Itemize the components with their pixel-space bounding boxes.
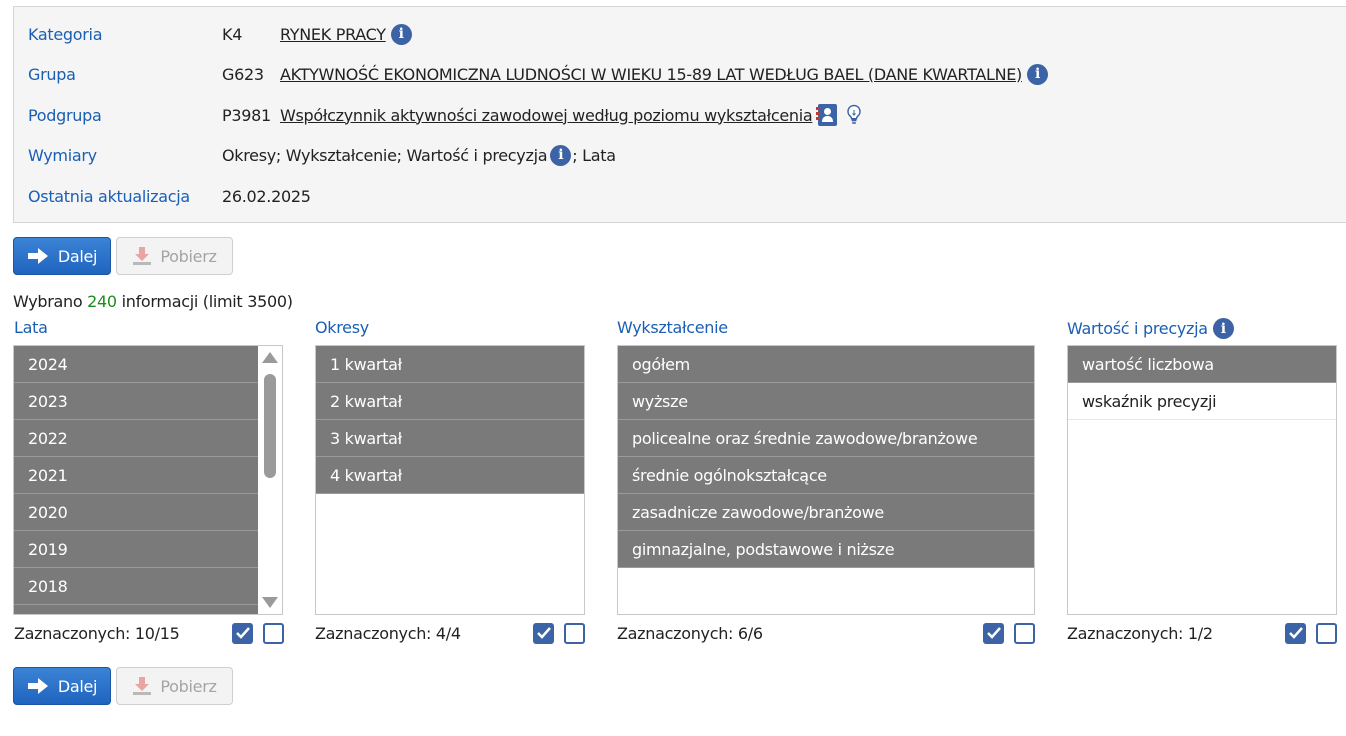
okresy-count: Zaznaczonych: 4/4 — [315, 623, 461, 643]
checkmark-icon — [235, 627, 250, 639]
selection-summary: Wybrano 240 informacji (limit 3500) — [13, 292, 293, 311]
podgrupa-link[interactable]: Współczynnik aktywności zawodowej według… — [280, 106, 813, 125]
arrow-right-icon — [27, 678, 48, 694]
info-panel: Kategoria K4 RYNEK PRACY i Grupa G623 AK… — [13, 6, 1346, 223]
download-icon — [133, 247, 152, 265]
next-button[interactable]: Dalej — [13, 237, 111, 275]
wartosc-listbox[interactable]: wartość liczbowa wskaźnik precyzji — [1067, 345, 1337, 615]
wyksztalcenie-title: Wykształcenie — [617, 318, 728, 337]
scroll-thumb[interactable] — [264, 374, 276, 478]
select-all-checkbox[interactable] — [983, 622, 1004, 644]
wartosc-title-label: Wartość i precyzja — [1067, 319, 1208, 338]
list-item[interactable]: średnie ogólnokształcące — [618, 457, 1034, 494]
podgrupa-value: Współczynnik aktywności zawodowej według… — [280, 104, 862, 126]
info-icon[interactable]: i — [1212, 318, 1234, 339]
lata-count: Zaznaczonych: 10/15 — [14, 623, 180, 643]
list-item[interactable]: gimnazjalne, podstawowe i niższe — [618, 531, 1034, 568]
list-item[interactable]: policealne oraz średnie zawodowe/branżow… — [618, 420, 1034, 457]
info-icon[interactable]: i — [550, 144, 572, 166]
checkmark-icon — [536, 627, 551, 639]
wartosc-count: Zaznaczonych: 1/2 — [1067, 623, 1213, 643]
kategoria-label: Kategoria — [28, 24, 103, 44]
kategoria-link[interactable]: RYNEK PRACY — [280, 25, 386, 44]
arrow-right-icon — [27, 248, 48, 264]
info-icon[interactable]: i — [390, 23, 412, 45]
grupa-label: Grupa — [28, 64, 76, 84]
wartosc-footer: Zaznaczonych: 1/2 — [1067, 620, 1337, 646]
deselect-all-checkbox[interactable] — [263, 622, 284, 644]
list-item[interactable]: 2 kwartał — [316, 383, 584, 420]
wyksztalcenie-count: Zaznaczonych: 6/6 — [617, 623, 763, 643]
list-item[interactable]: zasadnicze zawodowe/branżowe — [618, 494, 1034, 531]
list-item[interactable]: ogółem — [618, 346, 1034, 383]
top-button-row: Dalej Pobierz — [13, 237, 233, 275]
list-item[interactable]: 2020 — [14, 494, 258, 531]
list-item[interactable]: wartość liczbowa — [1068, 346, 1336, 383]
list-item[interactable]: 4 kwartał — [316, 457, 584, 494]
wymiary-part1: Okresy; Wykształcenie; Wartość i precyzj… — [222, 145, 548, 165]
list-item[interactable]: 2024 — [14, 346, 258, 383]
grupa-value: AKTYWNOŚĆ EKONOMICZNA LUDNOŚCI W WIEKU 1… — [280, 63, 1048, 85]
lightbulb-icon[interactable] — [846, 104, 862, 126]
summary-prefix: Wybrano — [13, 292, 88, 311]
scroll-up-arrow-icon[interactable] — [262, 352, 278, 363]
select-all-checkbox[interactable] — [1285, 622, 1306, 644]
list-item[interactable]: 2017 — [14, 605, 258, 614]
next-button-label: Dalej — [57, 246, 98, 266]
list-item[interactable]: wskaźnik precyzji — [1068, 383, 1336, 420]
select-all-checkbox[interactable] — [232, 622, 253, 644]
lata-listbox[interactable]: 20242023202220212020201920182017 — [13, 345, 283, 615]
checkmark-icon — [1288, 627, 1303, 639]
okresy-title: Okresy — [315, 318, 369, 337]
next-button-label: Dalej — [57, 676, 98, 696]
deselect-all-checkbox[interactable] — [564, 622, 585, 644]
deselect-all-checkbox[interactable] — [1316, 622, 1337, 644]
wyksztalcenie-footer: Zaznaczonych: 6/6 — [617, 620, 1035, 646]
list-item[interactable]: 2023 — [14, 383, 258, 420]
contact-card-icon[interactable] — [816, 104, 838, 126]
bottom-button-row: Dalej Pobierz — [13, 667, 233, 705]
okresy-footer: Zaznaczonych: 4/4 — [315, 620, 585, 646]
lata-footer: Zaznaczonych: 10/15 — [14, 620, 284, 646]
deselect-all-checkbox[interactable] — [1014, 622, 1035, 644]
list-item[interactable]: 2019 — [14, 531, 258, 568]
lata-title: Lata — [14, 318, 48, 337]
list-item[interactable]: wyższe — [618, 383, 1034, 420]
okresy-listbox[interactable]: 1 kwartał 2 kwartał 3 kwartał 4 kwartał — [315, 345, 585, 615]
wymiary-label: Wymiary — [28, 145, 97, 165]
download-button[interactable]: Pobierz — [116, 237, 233, 275]
wymiary-value: Okresy; Wykształcenie; Wartość i precyzj… — [222, 144, 616, 166]
list-item[interactable]: 2021 — [14, 457, 258, 494]
grupa-link[interactable]: AKTYWNOŚĆ EKONOMICZNA LUDNOŚCI W WIEKU 1… — [280, 65, 1022, 84]
info-icon[interactable]: i — [1027, 63, 1048, 85]
lata-scrollbar[interactable] — [258, 346, 282, 614]
summary-suffix: informacji (limit 3500) — [116, 292, 293, 311]
checkmark-icon — [986, 627, 1001, 639]
kategoria-code: K4 — [222, 24, 243, 44]
list-item[interactable]: 2022 — [14, 420, 258, 457]
kategoria-value: RYNEK PRACY i — [280, 23, 412, 45]
summary-count: 240 — [87, 292, 117, 311]
aktualizacja-label: Ostatnia aktualizacja — [28, 186, 190, 206]
download-button-label: Pobierz — [160, 246, 217, 266]
grupa-code: G623 — [222, 64, 264, 84]
aktualizacja-value: 26.02.2025 — [222, 186, 311, 206]
podgrupa-label: Podgrupa — [28, 105, 102, 125]
wartosc-title: Wartość i precyzja i — [1067, 318, 1234, 339]
list-item[interactable]: 2018 — [14, 568, 258, 605]
podgrupa-code: P3981 — [222, 105, 271, 125]
download-button-label: Pobierz — [160, 676, 217, 696]
wymiary-part2: ; Lata — [572, 145, 616, 165]
download-icon — [133, 677, 152, 695]
list-item[interactable]: 3 kwartał — [316, 420, 584, 457]
download-button[interactable]: Pobierz — [116, 667, 233, 705]
next-button[interactable]: Dalej — [13, 667, 111, 705]
list-item[interactable]: 1 kwartał — [316, 346, 584, 383]
select-all-checkbox[interactable] — [533, 622, 554, 644]
scroll-down-arrow-icon[interactable] — [262, 597, 278, 608]
wyksztalcenie-listbox[interactable]: ogółem wyższe policealne oraz średnie zawo… — [617, 345, 1035, 615]
